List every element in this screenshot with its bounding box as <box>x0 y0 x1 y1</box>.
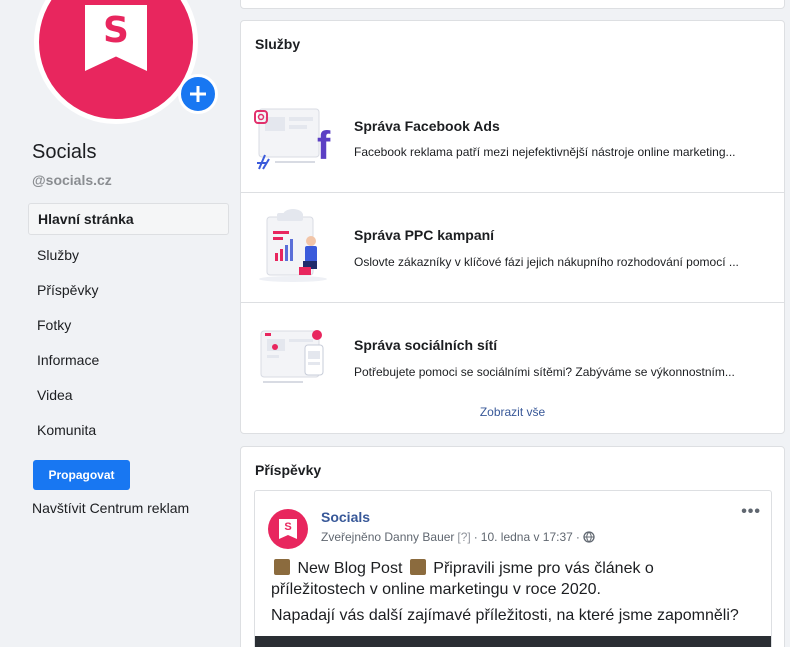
service-title[interactable]: Správa Facebook Ads <box>354 118 500 134</box>
logo-letter: S <box>284 521 292 533</box>
service-description: Potřebujete pomoci se sociálními sítěmi?… <box>354 365 735 379</box>
services-title[interactable]: Služby <box>255 36 300 52</box>
separator: · <box>473 530 478 544</box>
post-options-button[interactable]: ••• <box>741 503 761 521</box>
post-text-secondary: Napadají vás další zajímavé příležitosti… <box>271 607 739 624</box>
svg-text:f: f <box>317 124 331 168</box>
service-description: Facebook reklama patří mezi nejefektivně… <box>354 145 736 159</box>
show-all-services-link[interactable]: Zobrazit vše <box>241 405 784 419</box>
service-title[interactable]: Správa PPC kampaní <box>354 227 494 243</box>
service-description: Oslovte zákazníky v klíčové fázi jejich … <box>354 255 739 269</box>
service-item[interactable]: f Správa Facebook Ads Facebook reklama p… <box>241 83 784 193</box>
separator: · <box>575 530 580 544</box>
page-profile-picture[interactable]: S <box>34 0 198 124</box>
posts-title[interactable]: Příspěvky <box>255 462 321 478</box>
socials-logo-icon: S <box>85 5 147 71</box>
post: S Socials Zveřejněno Danny Bauer [?] · 1… <box>254 490 772 647</box>
posts-card: Příspěvky S Socials Zveřejněno Danny Bau… <box>240 446 785 647</box>
post-author[interactable]: Socials <box>321 509 370 525</box>
page-handle[interactable]: @socials.cz <box>32 172 112 188</box>
facebook-ads-illustration-icon: f <box>254 108 331 170</box>
post-image[interactable] <box>255 636 771 647</box>
nav-item-home[interactable]: Hlavní stránka <box>28 203 229 235</box>
service-item[interactable]: Správa PPC kampaní Oslovte zákazníky v k… <box>241 193 784 303</box>
globe-icon <box>583 531 595 543</box>
service-title[interactable]: Správa sociálních sítí <box>354 337 497 353</box>
nav-item-photos[interactable]: Fotky <box>28 307 229 342</box>
previous-card <box>240 0 785 9</box>
page-nav: Hlavní stránka Služby Příspěvky Fotky In… <box>28 203 229 447</box>
update-profile-picture-button[interactable] <box>178 74 218 114</box>
post-meta: Zveřejněno Danny Bauer [?] · 10. ledna v… <box>321 530 595 544</box>
post-date[interactable]: 10. ledna v 17:37 <box>481 530 573 544</box>
socials-logo-icon: S <box>279 519 297 539</box>
nav-item-videos[interactable]: Videa <box>28 377 229 412</box>
post-text: New Blog Post Připravili jsme pro vás čl… <box>271 558 751 600</box>
promote-button[interactable]: Propagovat <box>33 460 130 490</box>
service-item[interactable]: Správa sociálních sítí Potřebujete pomoc… <box>241 303 784 413</box>
post-author-avatar[interactable]: S <box>268 509 308 549</box>
left-column: S Socials @socials.cz Hlavní stránka Slu… <box>0 0 240 647</box>
plus-icon <box>190 86 206 102</box>
nav-item-community[interactable]: Komunita <box>28 412 229 447</box>
scroll-emoji-icon <box>274 559 290 575</box>
logo-letter: S <box>103 10 129 51</box>
services-card: Služby f Správa Facebook Ads Facebook re… <box>240 20 785 434</box>
post-text-heading: New Blog Post <box>297 560 403 577</box>
ppc-illustration-icon <box>259 209 327 282</box>
scroll-emoji-icon <box>409 559 426 575</box>
help-marker[interactable]: [?] <box>457 530 470 544</box>
page-name[interactable]: Socials <box>32 141 96 164</box>
ads-center-link[interactable]: Navštívit Centrum reklam <box>32 500 189 516</box>
social-media-illustration-icon <box>260 330 324 383</box>
post-published-by: Zveřejněno Danny Bauer <box>321 530 455 544</box>
nav-item-services[interactable]: Služby <box>28 237 229 272</box>
nav-item-posts[interactable]: Příspěvky <box>28 272 229 307</box>
nav-item-about[interactable]: Informace <box>28 342 229 377</box>
